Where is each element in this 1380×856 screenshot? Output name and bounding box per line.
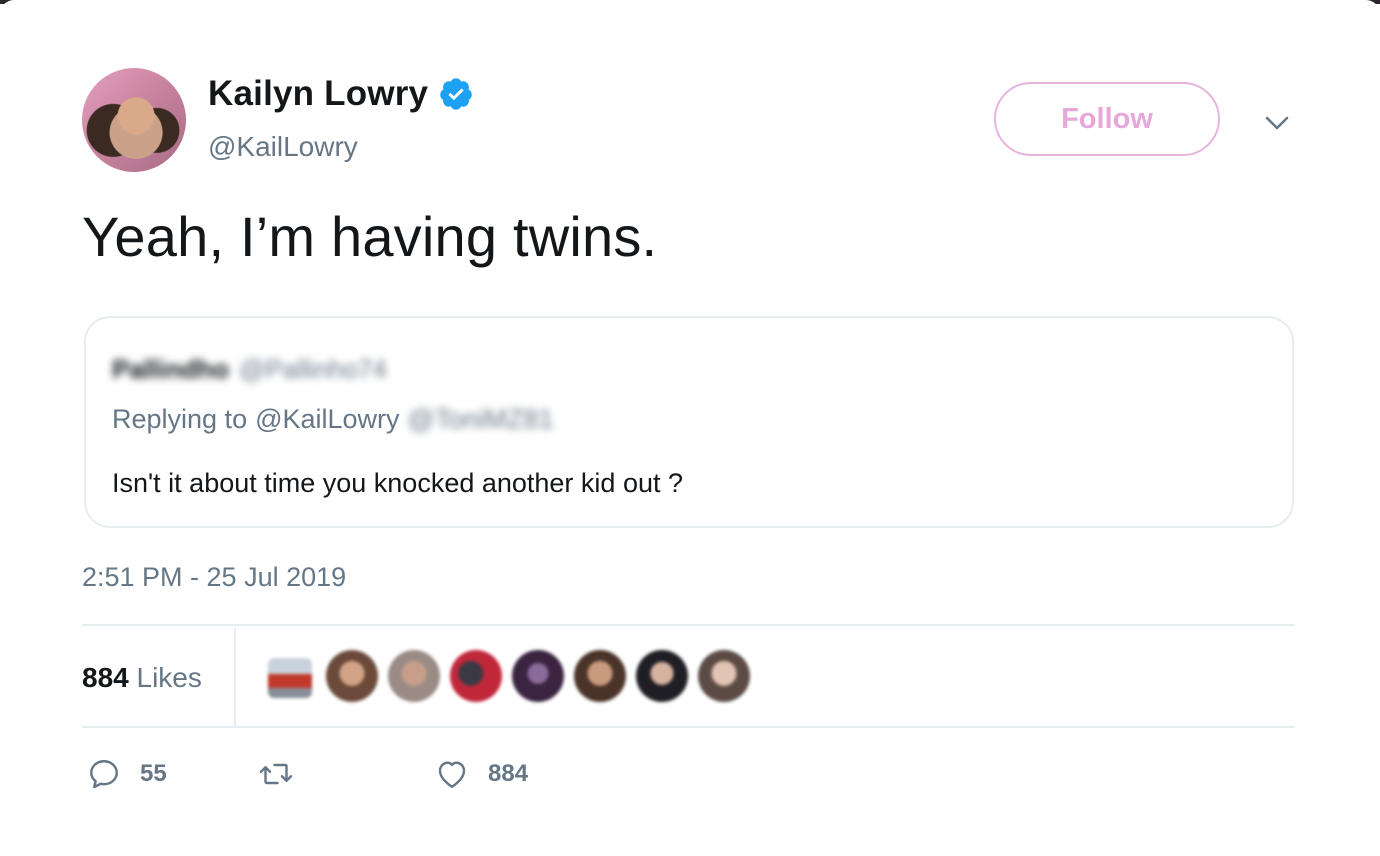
author-handle[interactable]: @KailLowry <box>208 131 358 163</box>
divider <box>82 726 1295 728</box>
heart-icon <box>438 761 466 788</box>
likes-label: Likes <box>136 662 202 693</box>
quoted-author-name[interactable]: Pallindho <box>112 354 229 385</box>
retweet-action[interactable] <box>258 756 312 792</box>
follow-button[interactable]: Follow <box>994 82 1220 156</box>
tweet-timestamp[interactable]: 2:51 PM - 25 Jul 2019 <box>82 562 346 593</box>
replying-to-prefix: Replying to <box>112 404 248 434</box>
quoted-tweet-text: Isn't it about time you knocked another … <box>112 468 683 498</box>
chevron-down-icon[interactable] <box>1262 108 1292 138</box>
liker-avatar[interactable] <box>698 650 750 702</box>
tweet-card: Kailyn Lowry @KailLowry Follow Yeah, I’m… <box>0 0 1380 852</box>
likes-summary[interactable]: 884 Likes <box>82 662 202 694</box>
author-row: Kailyn Lowry <box>208 74 474 114</box>
liker-avatar[interactable] <box>636 650 688 702</box>
liker-avatar[interactable] <box>268 658 312 698</box>
like-count: 884 <box>488 760 529 787</box>
vertical-divider <box>234 628 236 726</box>
like-action[interactable]: 884 <box>434 756 528 792</box>
avatar[interactable] <box>82 68 186 172</box>
reply-icon <box>90 760 118 789</box>
liker-avatar[interactable] <box>388 650 440 702</box>
quoted-author-handle[interactable]: @Pallinho74 <box>239 354 387 385</box>
reply-count: 55 <box>140 760 167 787</box>
replying-to-handle[interactable]: @KailLowry <box>255 404 399 435</box>
quoted-tweet[interactable]: Pallindho @Pallinho74 Replying to @KailL… <box>84 316 1294 528</box>
author-name[interactable]: Kailyn Lowry <box>208 74 428 114</box>
quoted-tweet-header: Pallindho @Pallinho74 <box>112 354 387 385</box>
retweet-icon <box>259 763 293 785</box>
liker-avatar[interactable] <box>326 650 378 702</box>
divider <box>82 624 1295 626</box>
verified-badge-icon <box>440 78 472 110</box>
likes-count: 884 <box>82 662 129 693</box>
reply-action[interactable]: 55 <box>86 756 167 792</box>
liker-avatar[interactable] <box>512 650 564 702</box>
likes-row: 884 Likes <box>82 628 1295 726</box>
tweet-text: Yeah, I’m having twins. <box>82 205 658 268</box>
replying-to-line: Replying to @KailLowry @ToniMZ81 <box>112 404 554 435</box>
liker-avatar[interactable] <box>450 650 502 702</box>
replying-to-extra-handle[interactable]: @ToniMZ81 <box>408 404 554 435</box>
liker-avatar[interactable] <box>574 650 626 702</box>
